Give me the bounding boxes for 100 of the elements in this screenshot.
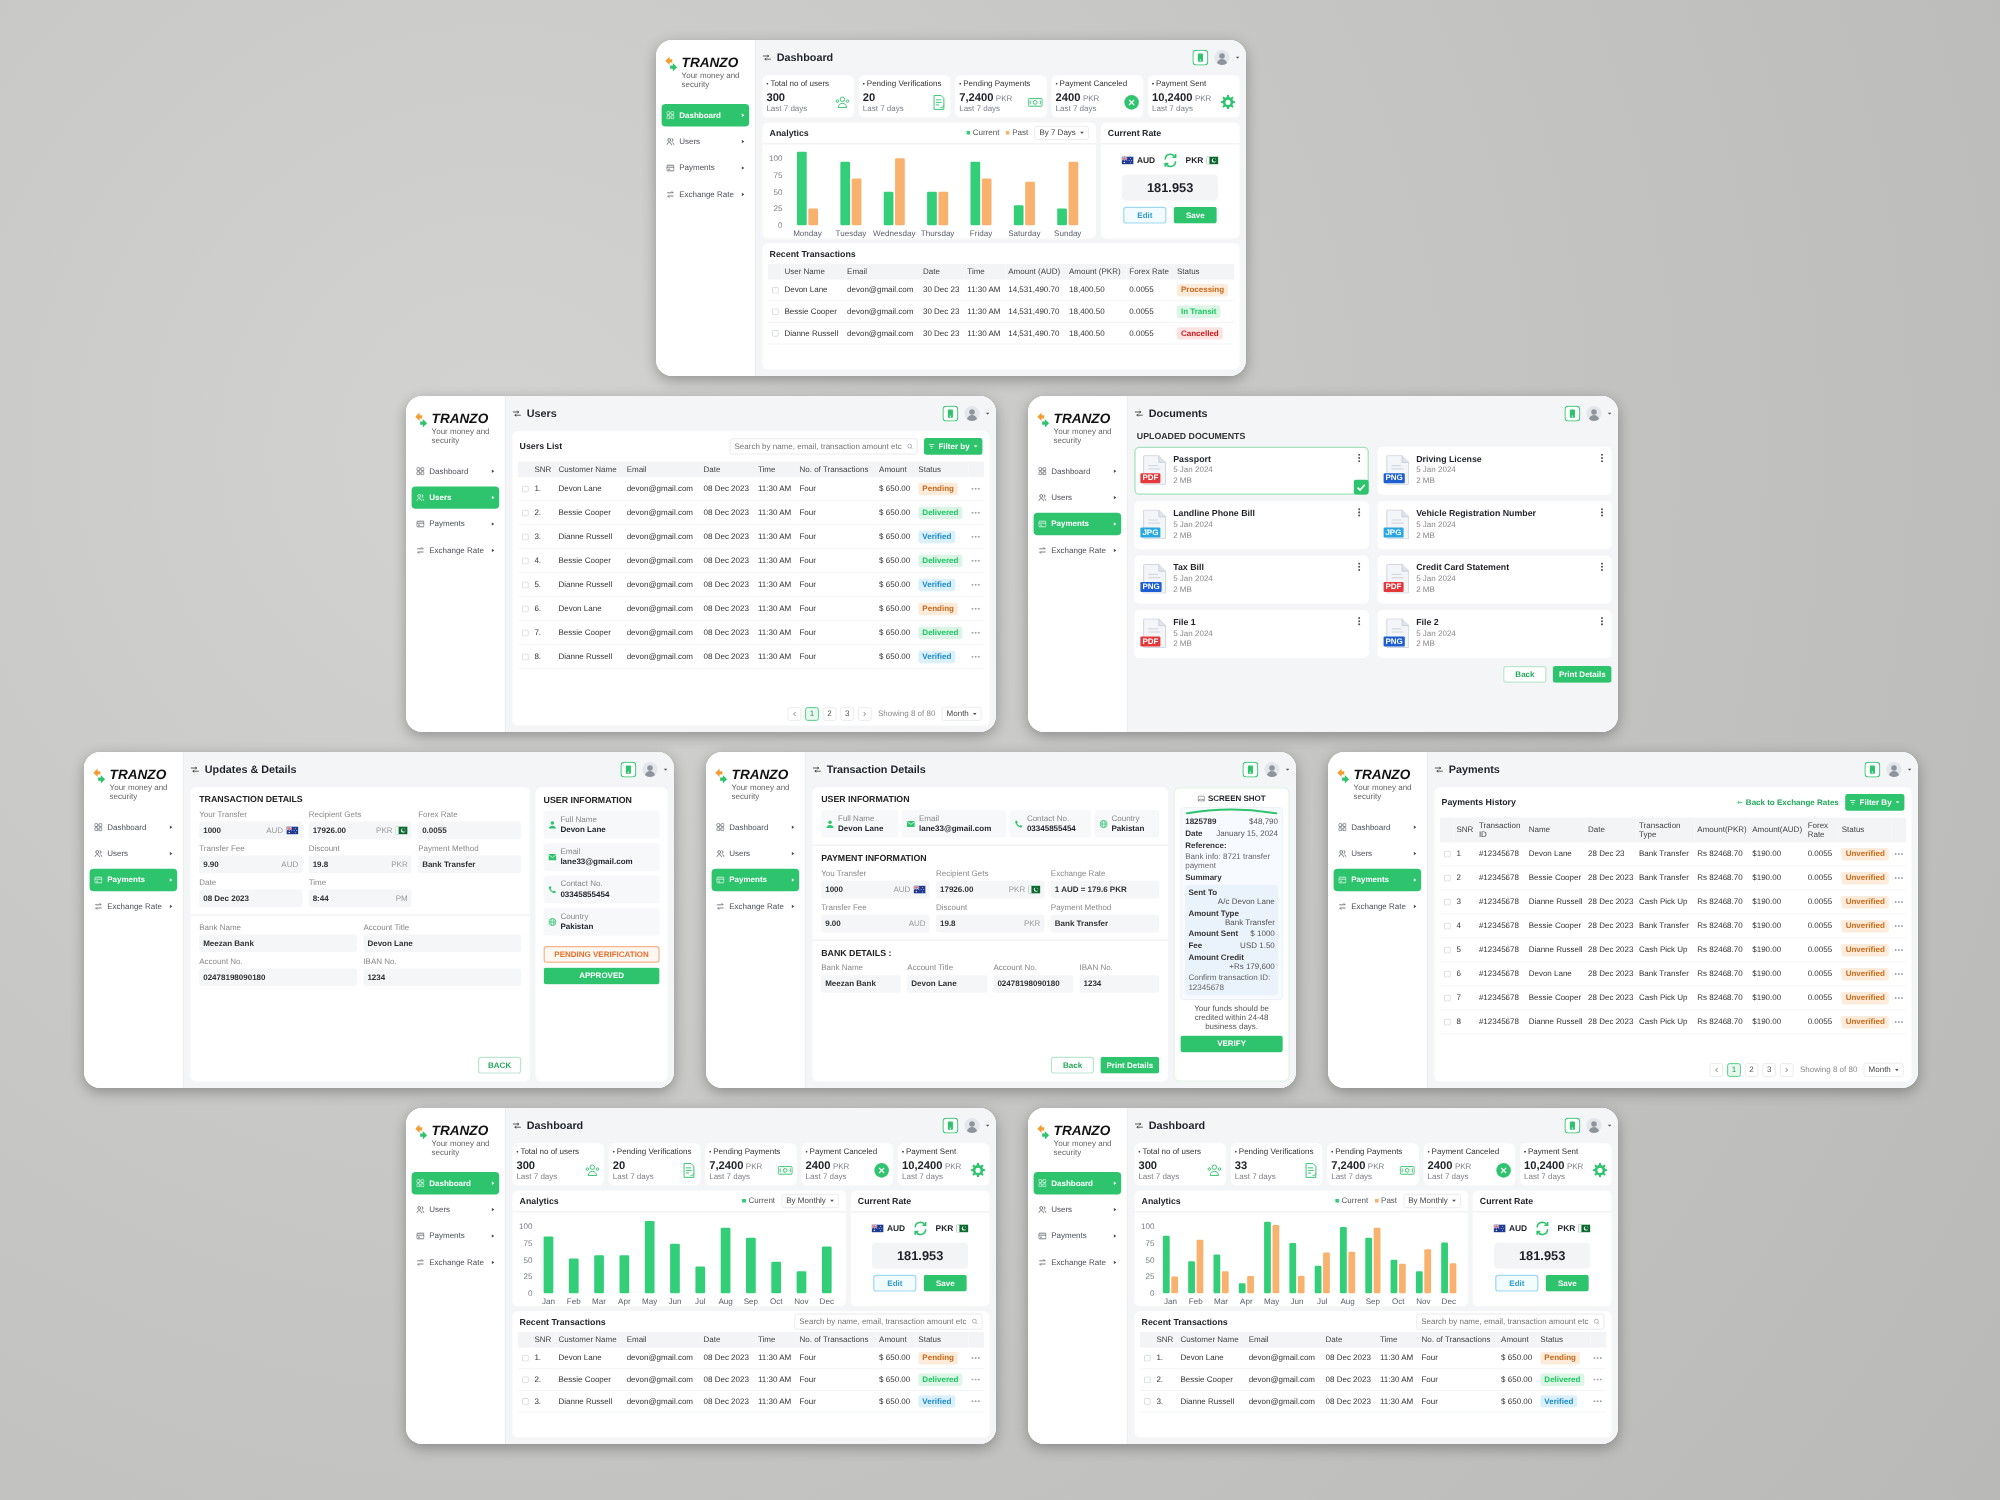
row-checkbox[interactable] (772, 286, 779, 294)
bar (1365, 1237, 1373, 1294)
bar (1213, 1254, 1221, 1294)
bar (594, 1255, 604, 1294)
bar (1348, 1251, 1356, 1294)
bar (695, 1266, 706, 1294)
avatar-icon[interactable] (964, 405, 980, 422)
swap-icon[interactable] (912, 1220, 929, 1237)
phone-icon[interactable] (1564, 1117, 1581, 1134)
bar (568, 1258, 579, 1294)
file-icon (1142, 455, 1166, 485)
bar (720, 1227, 731, 1294)
bar (619, 1255, 630, 1294)
bar (1441, 1242, 1448, 1294)
row-checkbox[interactable] (1443, 874, 1450, 882)
bar (1221, 1271, 1229, 1294)
row-checkbox[interactable] (1443, 970, 1450, 978)
row-checkbox[interactable] (522, 629, 529, 637)
bar (840, 161, 851, 226)
phone-icon[interactable] (1863, 761, 1880, 778)
bar (938, 191, 949, 226)
pakistan-flag-icon (956, 1224, 969, 1233)
row-checkbox[interactable] (1443, 946, 1450, 954)
pakistan-flag-icon (394, 826, 407, 835)
phone-icon[interactable] (1241, 761, 1258, 778)
row-checkbox[interactable] (522, 1397, 529, 1405)
row-checkbox[interactable] (772, 329, 779, 337)
row-checkbox[interactable] (1443, 922, 1450, 930)
caret-icon (1893, 1068, 1898, 1071)
logo-icon (664, 56, 678, 72)
row-checkbox[interactable] (1443, 994, 1450, 1002)
bar (771, 1261, 782, 1294)
pakistan-flag-icon (1206, 156, 1219, 165)
row-checkbox[interactable] (1144, 1354, 1151, 1362)
phone-icon[interactable] (1564, 405, 1581, 422)
bar (1162, 1235, 1170, 1294)
row-checkbox[interactable] (1443, 898, 1450, 906)
logo-icon (1335, 768, 1349, 784)
phone-icon (1013, 819, 1022, 828)
avatar-icon[interactable] (1214, 49, 1230, 66)
logo-icon (713, 768, 727, 784)
row-checkbox[interactable] (522, 605, 529, 613)
logo-icon (91, 768, 105, 784)
bar (1415, 1271, 1423, 1294)
bar (1188, 1261, 1195, 1294)
avatar-icon[interactable] (1586, 405, 1602, 422)
bar (1013, 205, 1024, 226)
previous-page-button[interactable] (1708, 1063, 1723, 1077)
row-checkbox[interactable] (1443, 1018, 1450, 1026)
caret-icon (829, 1199, 834, 1203)
row-checkbox[interactable] (522, 653, 529, 661)
avatar-icon[interactable] (964, 1117, 980, 1134)
next-page-button[interactable] (858, 707, 872, 721)
bar (1272, 1225, 1280, 1294)
phone-icon[interactable] (619, 761, 636, 778)
logo-icon (1036, 412, 1050, 428)
logo-icon (1036, 1124, 1050, 1140)
swap-icon[interactable] (1162, 152, 1179, 169)
bar (670, 1243, 680, 1294)
pakistan-flag-icon (1578, 1224, 1591, 1233)
row-checkbox[interactable] (1443, 850, 1450, 858)
bar (1398, 1263, 1406, 1294)
row-checkbox[interactable] (522, 581, 529, 589)
avatar-icon[interactable] (1885, 761, 1901, 778)
previous-page-button[interactable] (787, 707, 802, 721)
row-checkbox[interactable] (522, 557, 529, 565)
row-checkbox[interactable] (772, 308, 779, 316)
bar (1238, 1283, 1246, 1294)
bar (1025, 181, 1035, 226)
row-checkbox[interactable] (522, 1354, 529, 1362)
australia-flag-icon (285, 826, 298, 835)
bar (1068, 161, 1079, 226)
bar (1247, 1275, 1254, 1294)
row-checkbox[interactable] (522, 533, 529, 541)
phone-icon[interactable] (942, 1117, 959, 1134)
bar (808, 208, 819, 226)
caret-icon (972, 712, 977, 715)
phone-icon (547, 885, 556, 894)
person-icon (825, 819, 833, 828)
check-badge-icon (1353, 479, 1369, 495)
bar (1339, 1227, 1347, 1294)
row-checkbox[interactable] (522, 509, 529, 517)
avatar-icon[interactable] (1263, 761, 1279, 778)
bar (1171, 1276, 1179, 1294)
phone-icon[interactable] (942, 405, 959, 422)
swap-icon[interactable] (1534, 1220, 1551, 1237)
row-checkbox[interactable] (1144, 1397, 1151, 1405)
phone-icon[interactable] (1192, 49, 1209, 66)
bar (1297, 1275, 1305, 1294)
row-checkbox[interactable] (522, 485, 529, 493)
bar (970, 161, 981, 226)
bar (796, 151, 807, 226)
avatar-icon[interactable] (641, 761, 657, 778)
person-icon (547, 820, 556, 829)
row-checkbox[interactable] (522, 1376, 529, 1384)
bar (1057, 208, 1067, 226)
avatar-icon[interactable] (1586, 1117, 1602, 1134)
next-page-button[interactable] (1779, 1063, 1793, 1077)
row-checkbox[interactable] (1144, 1376, 1151, 1384)
bar (543, 1236, 554, 1294)
